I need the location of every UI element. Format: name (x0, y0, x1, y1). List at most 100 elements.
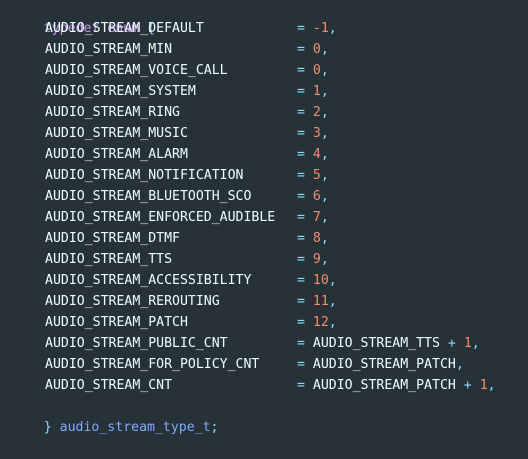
enum-name: AUDIO_STREAM_FOR_POLICY_CNT (45, 357, 260, 372)
equals-sign: = (297, 42, 305, 57)
enum-value: 0 (312, 42, 321, 57)
enum-line: AUDIO_STREAM_DEFAULT = -1, (0, 18, 337, 39)
equals-sign: = (297, 357, 305, 372)
equals-sign: = (297, 210, 305, 225)
enum-name: AUDIO_STREAM_MIN (45, 42, 173, 57)
equals-sign: = (297, 126, 305, 141)
closing-line: } audio_stream_type_t; (0, 396, 219, 435)
comma: , (328, 315, 337, 330)
enum-line: AUDIO_STREAM_MIN = 0, (0, 39, 329, 60)
enum-name: AUDIO_STREAM_DEFAULT (45, 21, 204, 36)
equals-sign: = (297, 105, 305, 120)
enum-line: AUDIO_STREAM_ENFORCED_AUDIBLE = 7, (0, 207, 329, 228)
enum-value: 0 (312, 63, 321, 78)
enum-line: AUDIO_STREAM_NOTIFICATION = 5, (0, 165, 329, 186)
equals-sign: = (297, 147, 305, 162)
enum-line: AUDIO_STREAM_ACCESSIBILITY = 10, (0, 270, 337, 291)
equals-sign: = (297, 84, 305, 99)
enum-value: 9 (312, 252, 321, 267)
derived-line: AUDIO_STREAM_PUBLIC_CNT = AUDIO_STREAM_TT… (0, 333, 480, 354)
enum-name: AUDIO_STREAM_PATCH (45, 315, 188, 330)
equals-sign: = (297, 231, 305, 246)
enum-value: 2 (312, 105, 321, 120)
enum-name: AUDIO_STREAM_MUSIC (45, 126, 188, 141)
enum-value: 7 (312, 210, 321, 225)
comma: , (320, 252, 329, 267)
typedef-line: typedef enum { (0, 0, 155, 36)
enum-line: AUDIO_STREAM_VOICE_CALL = 0, (0, 60, 329, 81)
comma: , (471, 336, 480, 351)
enum-line: AUDIO_STREAM_RING = 2, (0, 102, 329, 123)
comma: , (487, 378, 496, 393)
equals-sign: = (297, 63, 305, 78)
comma: , (320, 147, 329, 162)
semicolon: ; (210, 420, 219, 435)
equals-sign: = (297, 336, 305, 351)
reference-name: AUDIO_STREAM_TTS (312, 336, 440, 351)
equals-sign: = (297, 273, 305, 288)
increment-value: 1 (479, 378, 488, 393)
plus-operator: + (463, 378, 472, 393)
enum-value: 4 (312, 147, 321, 162)
enum-value: -1 (312, 21, 329, 36)
comma: , (320, 231, 329, 246)
comma: , (320, 126, 329, 141)
enum-name: AUDIO_STREAM_CNT (45, 378, 173, 393)
close-brace: } (43, 420, 52, 435)
equals-sign: = (297, 378, 305, 393)
reference-name: AUDIO_STREAM_PATCH (312, 357, 456, 372)
comma: , (455, 357, 464, 372)
enum-name: AUDIO_STREAM_DTMF (45, 231, 180, 246)
equals-sign: = (297, 252, 305, 267)
enum-value: 8 (312, 231, 321, 246)
enum-name: AUDIO_STREAM_PUBLIC_CNT (45, 336, 228, 351)
enum-value: 11 (312, 294, 329, 309)
enum-name: AUDIO_STREAM_SYSTEM (45, 84, 196, 99)
enum-value: 6 (312, 189, 321, 204)
code-editor: typedef enum { AUDIO_STREAM_DEFAULT = -1,… (0, 0, 528, 435)
enum-line: AUDIO_STREAM_SYSTEM = 1, (0, 81, 329, 102)
enum-value: 1 (312, 84, 321, 99)
comma: , (320, 210, 329, 225)
enum-value: 3 (312, 126, 321, 141)
enum-line: AUDIO_STREAM_PATCH = 12, (0, 312, 337, 333)
enum-value: 5 (312, 168, 321, 183)
enum-name: AUDIO_STREAM_ENFORCED_AUDIBLE (45, 210, 276, 225)
enum-name: AUDIO_STREAM_VOICE_CALL (45, 63, 228, 78)
plus-operator: + (447, 336, 456, 351)
derived-line: AUDIO_STREAM_FOR_POLICY_CNT = AUDIO_STREA… (0, 354, 464, 375)
reference-name: AUDIO_STREAM_PATCH (312, 378, 456, 393)
equals-sign: = (297, 168, 305, 183)
equals-sign: = (297, 189, 305, 204)
type-name: audio_stream_type_t (59, 420, 211, 435)
comma: , (320, 189, 329, 204)
comma: , (328, 273, 337, 288)
comma: , (320, 105, 329, 120)
enum-name: AUDIO_STREAM_TTS (45, 252, 173, 267)
equals-sign: = (297, 21, 305, 36)
enum-name: AUDIO_STREAM_BLUETOOTH_SCO (45, 189, 252, 204)
enum-name: AUDIO_STREAM_ALARM (45, 147, 188, 162)
comma: , (328, 21, 337, 36)
comma: , (320, 84, 329, 99)
enum-line: AUDIO_STREAM_BLUETOOTH_SCO = 6, (0, 186, 329, 207)
comma: , (320, 63, 329, 78)
